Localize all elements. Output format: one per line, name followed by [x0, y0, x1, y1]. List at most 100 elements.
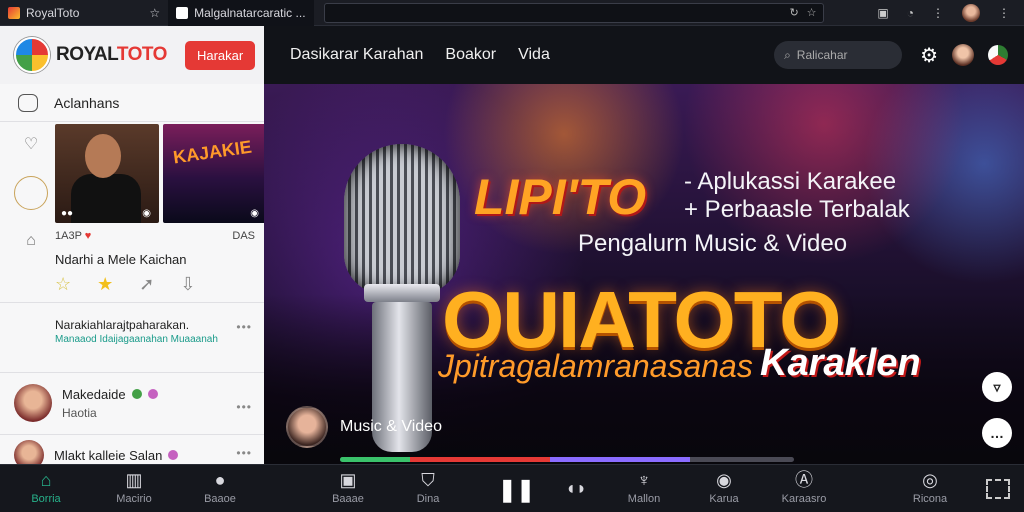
player-button-label: Mallon — [627, 493, 661, 505]
microphone-icon — [344, 144, 460, 294]
sidebar-header-label: Aclanhans — [54, 94, 120, 111]
address-bar[interactable]: ↻ ☆ — [323, 2, 824, 23]
download-icon[interactable]: ⇩ — [180, 274, 195, 295]
player-button-label: Karua — [709, 493, 739, 505]
play-icon[interactable]: ◉ — [250, 208, 259, 219]
hero-strip-text: Jpitragalamranasanas — [438, 348, 753, 384]
tab-title: RoyalToto — [26, 5, 80, 20]
record-circle-icon: ◎ — [922, 470, 938, 490]
tagline-line2: + Perbaasle Terbalak — [684, 196, 910, 223]
more-options-icon[interactable]: ••• — [236, 446, 252, 460]
logo-icon[interactable] — [14, 37, 50, 73]
bottom-nav-label: Borria — [31, 493, 61, 505]
microphone-band — [364, 284, 440, 302]
logo-text-toto: TOTO — [116, 44, 168, 65]
user-avatar[interactable] — [952, 44, 974, 66]
player-button[interactable]: Ⓐ Karaasro — [774, 469, 834, 505]
vip-badge — [147, 389, 158, 399]
playback-progress-bar[interactable] — [340, 457, 794, 462]
gear-icon[interactable]: ⚙ — [920, 43, 938, 68]
divider — [0, 434, 264, 435]
logo-text[interactable]: ROYALTOTO — [56, 44, 167, 66]
extensions-icon[interactable]: ▣ — [877, 6, 888, 20]
browser-tab-strip: RoyalToto ☆ Malgalnatarcaratic ... ↻ ☆ ▣… — [0, 0, 1024, 26]
bottom-nav-chat[interactable]: ● Baaoe — [190, 469, 250, 505]
avatar — [14, 384, 52, 422]
heart-icon[interactable]: ♥ — [85, 230, 92, 242]
video-thumbnails: ●● ◉ KAJAKIE ◉ — [55, 124, 264, 223]
star-icon[interactable]: ☆ — [807, 6, 817, 19]
pause-button[interactable]: ❚❚ — [498, 477, 535, 503]
lyric-subtitle: Manaaod Idaijagaanahan Muaaanah — [55, 334, 218, 345]
divider — [0, 302, 264, 303]
player-button-label: Baaae — [332, 493, 364, 505]
chat-icon: ● — [214, 470, 226, 490]
hero-subtitle: Pengalurn Music & Video — [578, 230, 848, 257]
player-button[interactable]: ⛉ Dina — [398, 469, 458, 505]
nav-item-karaoke[interactable]: Dasikarar Karahan — [290, 46, 423, 64]
list-item[interactable]: Makedaide Haotia — [14, 384, 158, 422]
video-thumbnail[interactable]: KAJAKIE ◉ — [163, 124, 264, 223]
sidebar-rail: ♡ ⌂ — [14, 134, 48, 250]
logo-text-royal: ROYAL — [56, 44, 117, 65]
login-button[interactable]: Harakar — [184, 40, 256, 70]
progress-fill — [340, 457, 690, 462]
menu-dots-icon[interactable]: ⋮ — [932, 6, 944, 20]
fullscreen-icon[interactable] — [986, 479, 1010, 499]
sidebar-header[interactable]: Aclanhans — [0, 84, 264, 122]
bottom-nav-music[interactable]: ▥ Macirio — [104, 469, 164, 505]
share-icon[interactable]: ➚ — [139, 274, 154, 295]
player-button-label: Karaasro — [781, 493, 827, 505]
language-flag-icon[interactable] — [988, 45, 1008, 65]
player-button[interactable]: ◎ Ricona — [900, 469, 960, 505]
play-icon[interactable]: ◉ — [142, 208, 151, 219]
browser-tab-active[interactable]: Malgalnatarcaratic ... — [168, 0, 314, 26]
tagline-line1: - Aplukassi Karakee — [684, 168, 897, 195]
player-button[interactable]: ♆ Mallon — [614, 469, 674, 505]
player-button-label: Dina — [416, 493, 440, 505]
bottom-nav-label: Baaoe — [204, 493, 236, 505]
browser-tab-royaltoto[interactable]: RoyalToto ☆ — [0, 0, 168, 26]
user-status: Haotia — [62, 405, 97, 420]
shield-icon: ⛉ — [421, 470, 435, 490]
filter-icon[interactable]: ▿ — [982, 372, 1012, 402]
hero-karaoke-text: Karaklen — [760, 342, 921, 384]
pin-icon[interactable]: ☆ — [149, 6, 160, 20]
tab-title: Malgalnatarcaratic ... — [194, 5, 306, 20]
bottom-navigation: ⌂ Borria ▥ Macirio ● Baaoe ▣ Baaae ⛉ Din… — [0, 464, 1024, 512]
face-icon[interactable] — [14, 176, 48, 210]
lyric-title[interactable]: Narakiahlarajtpaharakan. — [55, 318, 189, 332]
history-icon[interactable]: ◔ — [907, 6, 914, 20]
more-options-icon[interactable]: ••• — [236, 400, 252, 414]
home-icon: ⌂ — [40, 470, 52, 490]
views-icon: ●● — [61, 208, 74, 219]
star-filled-icon[interactable]: ★ — [97, 274, 113, 295]
video-thumbnail[interactable]: ●● ◉ — [55, 124, 159, 223]
video-meta: 1A3P ♥ DAS — [55, 230, 255, 242]
chat-bubble-icon[interactable]: … — [982, 418, 1012, 448]
page-favicon — [176, 6, 189, 19]
now-playing-user[interactable]: Music & Video — [286, 406, 442, 448]
player-button[interactable]: ▣ Baaae — [318, 469, 378, 505]
search-icon: ⌕ — [784, 47, 791, 62]
player-button[interactable]: ◉ Karua — [694, 469, 754, 505]
search-input[interactable]: ⌕ Ralicahar — [774, 41, 903, 69]
profile-avatar[interactable] — [962, 3, 980, 22]
kebab-menu-icon[interactable]: ⋮ — [998, 6, 1010, 20]
song-title[interactable]: Ndarhi a Mele Kaichan — [55, 252, 187, 267]
heart-outline-icon[interactable]: ♡ — [24, 134, 38, 154]
list-item[interactable]: Mlakt kalleie Salan — [14, 440, 179, 464]
thumbnail-title: KAJAKIE — [171, 136, 253, 168]
effects-icon: Ⓐ — [795, 470, 813, 490]
lock-icon: ▣ — [339, 470, 357, 490]
nav-item-video[interactable]: Vida — [518, 46, 550, 64]
star-outline-icon[interactable]: ☆ — [55, 274, 71, 295]
home-icon[interactable]: ⌂ — [26, 232, 36, 250]
library-icon: ▥ — [125, 470, 143, 490]
reload-icon[interactable]: ↻ — [789, 6, 798, 19]
more-options-icon[interactable]: ••• — [236, 320, 252, 334]
nav-item-bookmark[interactable]: Boakor — [445, 46, 496, 64]
hero-brand: LIPI'TO — [474, 169, 647, 225]
volume-icon[interactable]: ◖◗ — [546, 477, 606, 499]
bottom-nav-home[interactable]: ⌂ Borria — [16, 469, 76, 505]
